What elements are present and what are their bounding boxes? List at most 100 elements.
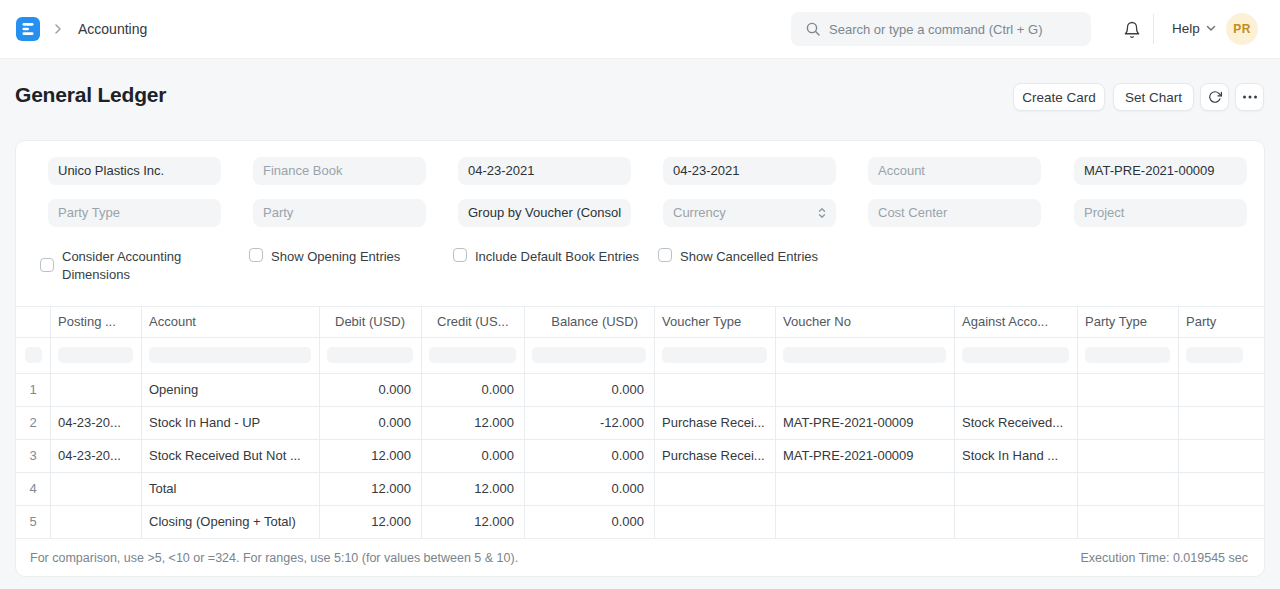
filter-input[interactable]: 04-23-2021	[458, 157, 631, 185]
column-header[interactable]: Voucher No	[775, 307, 954, 337]
column-filter-input[interactable]	[58, 347, 133, 363]
column-header[interactable]: Posting ...	[50, 307, 141, 337]
filter-input[interactable]: Project	[1074, 199, 1247, 227]
column-filter-input[interactable]	[532, 347, 646, 363]
checkbox-include-default-book-entries[interactable]: Include Default Book Entries	[453, 248, 639, 266]
row-index: 4	[16, 473, 50, 505]
table-cell: 0.000	[524, 374, 654, 406]
row-index: 5	[16, 506, 50, 538]
execution-time: Execution Time: 0.019545 sec	[1081, 551, 1248, 565]
table-cell: Stock In Hand - UP	[141, 407, 319, 439]
table-column-border	[1077, 306, 1078, 538]
column-header[interactable]: Debit (USD)	[319, 307, 421, 337]
create-card-button[interactable]: Create Card	[1013, 83, 1105, 111]
filter-input[interactable]: Account	[868, 157, 1041, 185]
table-cell: 0.000	[524, 440, 654, 472]
data-table: Posting ...AccountDebit (USD)Credit (US.…	[16, 306, 1265, 538]
table-cell: MAT-PRE-2021-00009	[775, 440, 954, 472]
page-title: General Ledger	[15, 83, 166, 107]
column-header[interactable]: Balance (USD)	[524, 307, 654, 337]
column-header[interactable]: Party Type	[1077, 307, 1178, 337]
filter-input[interactable]: Group by Voucher (Consol	[458, 199, 631, 227]
table-cell: Closing (Opening + Total)	[141, 506, 319, 538]
row-index: 3	[16, 440, 50, 472]
checkbox-label: Show Cancelled Entries	[680, 248, 818, 266]
table-cell: Purchase Recei...	[654, 440, 775, 472]
table-cell: 0.000	[421, 374, 524, 406]
help-label: Help	[1172, 21, 1200, 36]
table-cell: 0.000	[319, 374, 421, 406]
table-cell: Purchase Recei...	[654, 407, 775, 439]
menu-button[interactable]	[1235, 83, 1264, 111]
table-cell: 0.000	[319, 407, 421, 439]
column-header[interactable]: Account	[141, 307, 319, 337]
filter-input[interactable]: Party	[253, 199, 426, 227]
table-column-border	[1178, 306, 1179, 538]
checkbox-consider-accounting-dimensions[interactable]: Consider Accounting Dimensions	[40, 248, 187, 283]
filter-input[interactable]: Party Type	[48, 199, 221, 227]
filter-input[interactable]: Currency	[663, 199, 836, 227]
breadcrumb-accounting[interactable]: Accounting	[78, 21, 147, 37]
column-filter-input[interactable]	[783, 347, 946, 363]
column-filter-input[interactable]	[429, 347, 516, 363]
checkbox-box[interactable]	[40, 258, 54, 272]
chevron-down-icon	[1206, 25, 1216, 32]
filter-input[interactable]: Finance Book	[253, 157, 426, 185]
column-filter-input[interactable]	[1085, 347, 1170, 363]
breadcrumb-chevron-icon	[54, 23, 62, 35]
filter-input[interactable]: 04-23-2021	[663, 157, 836, 185]
checkbox-box[interactable]	[453, 248, 467, 262]
table-cell: 04-23-20...	[50, 440, 141, 472]
column-header[interactable]: Against Acco...	[954, 307, 1077, 337]
column-filter-input[interactable]	[962, 347, 1069, 363]
table-cell: 0.000	[421, 440, 524, 472]
table-cell: Opening	[141, 374, 319, 406]
navbar-divider	[1153, 14, 1154, 44]
help-menu[interactable]: Help	[1172, 21, 1216, 36]
checkbox-box[interactable]	[249, 248, 263, 262]
table-cell: Stock Received...	[954, 407, 1077, 439]
column-header[interactable]: Party	[1178, 307, 1265, 337]
refresh-icon	[1208, 90, 1222, 104]
column-filter-input[interactable]	[327, 347, 413, 363]
notifications-bell-icon[interactable]	[1123, 21, 1141, 39]
column-header[interactable]: Credit (US...	[421, 307, 524, 337]
refresh-button[interactable]	[1200, 83, 1229, 111]
checkbox-show-cancelled-entries[interactable]: Show Cancelled Entries	[658, 248, 818, 266]
avatar[interactable]: PR	[1226, 13, 1258, 45]
table-cell: 12.000	[421, 473, 524, 505]
table-cell: 0.000	[524, 473, 654, 505]
row-index: 2	[16, 407, 50, 439]
filter-input[interactable]: Unico Plastics Inc.	[48, 157, 221, 185]
filter-input[interactable]: Cost Center	[868, 199, 1041, 227]
checkbox-label: Show Opening Entries	[271, 248, 400, 266]
column-header[interactable]: Voucher Type	[654, 307, 775, 337]
checkbox-label: Consider Accounting Dimensions	[62, 248, 187, 283]
table-cell: 12.000	[421, 407, 524, 439]
card-footer: For comparison, use >5, <10 or =324. For…	[16, 539, 1265, 577]
search-input[interactable]: Search or type a command (Ctrl + G)	[791, 12, 1091, 46]
table-cell: 12.000	[319, 440, 421, 472]
column-filter-input[interactable]	[149, 347, 311, 363]
table-cell: -12.000	[524, 407, 654, 439]
column-filter-input[interactable]	[25, 347, 42, 363]
report-card: Unico Plastics Inc. Finance Book 04-23-202…	[15, 140, 1265, 577]
table-cell: 0.000	[524, 506, 654, 538]
checkbox-label: Include Default Book Entries	[475, 248, 639, 266]
filter-input[interactable]: MAT-PRE-2021-00009	[1074, 157, 1247, 185]
app-logo-icon[interactable]	[16, 17, 40, 41]
navbar: Accounting Search or type a command (Ctr…	[0, 0, 1280, 59]
search-placeholder: Search or type a command (Ctrl + G)	[829, 22, 1043, 37]
column-filter-input[interactable]	[662, 347, 767, 363]
table-cell: 12.000	[319, 506, 421, 538]
table-cell: Total	[141, 473, 319, 505]
select-arrows-icon	[818, 207, 826, 219]
table-cell: Stock Received But Not ...	[141, 440, 319, 472]
set-chart-button[interactable]: Set Chart	[1113, 83, 1194, 111]
table-cell: 12.000	[421, 506, 524, 538]
column-filter-input[interactable]	[1186, 347, 1243, 363]
table-cell: MAT-PRE-2021-00009	[775, 407, 954, 439]
table-cell: Stock In Hand ...	[954, 440, 1077, 472]
checkbox-show-opening-entries[interactable]: Show Opening Entries	[249, 248, 400, 266]
checkbox-box[interactable]	[658, 248, 672, 262]
